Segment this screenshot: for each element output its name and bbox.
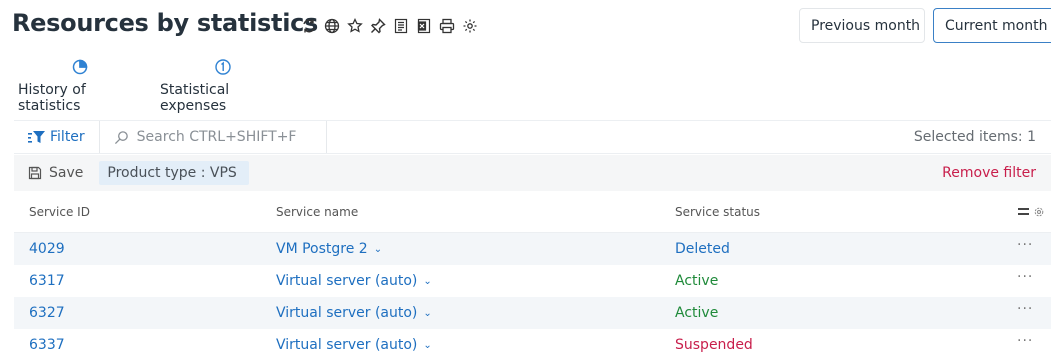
service-name-text: Virtual server (auto) [276, 273, 418, 289]
page-toolbar [299, 16, 479, 35]
chevron-down-icon[interactable]: ⌄ [423, 308, 431, 319]
settings-icon[interactable] [460, 16, 479, 35]
table-row[interactable]: 6327 Virtual server (auto) ⌄ Active ··· [14, 297, 1051, 329]
service-id-link[interactable]: 6337 [29, 337, 65, 353]
row-menu-icon[interactable]: ··· [1017, 269, 1033, 285]
print-icon[interactable] [437, 16, 456, 35]
save-filter-button[interactable]: Save [28, 165, 83, 181]
selected-items-count: Selected items: 1 [913, 129, 1036, 145]
service-id-link[interactable]: 4029 [29, 241, 65, 257]
column-header-service-id[interactable]: Service ID [29, 205, 90, 219]
row-menu-icon[interactable]: ··· [1017, 237, 1033, 253]
refresh-icon[interactable] [299, 16, 318, 35]
service-name-text: Virtual server (auto) [276, 305, 418, 321]
page-title: Resources by statistics [12, 9, 319, 37]
tab-history-of-statistics[interactable]: History of statistics [18, 58, 141, 114]
service-name-link[interactable]: VM Postgre 2 ⌄ [276, 241, 382, 257]
column-settings-icon[interactable] [1034, 207, 1044, 217]
active-filters-row: Save Product type : VPS Remove filter [14, 155, 1051, 191]
column-density-icon[interactable] [1018, 207, 1029, 217]
globe-icon[interactable] [322, 16, 341, 35]
row-menu-icon[interactable]: ··· [1017, 333, 1033, 349]
service-name-text: Virtual server (auto) [276, 337, 418, 353]
service-id-link[interactable]: 6317 [29, 273, 65, 289]
previous-month-button[interactable]: Previous month [799, 8, 925, 43]
chevron-down-icon[interactable]: ⌄ [423, 276, 431, 287]
service-name-text: VM Postgre 2 [276, 241, 368, 257]
pie-chart-icon [72, 59, 87, 75]
table-row[interactable]: 4029 VM Postgre 2 ⌄ Deleted ··· [14, 233, 1051, 265]
column-header-service-name[interactable]: Service name [276, 205, 358, 219]
status-badge: Active [675, 273, 719, 289]
save-icon [28, 166, 42, 180]
filter-label: Filter [50, 129, 85, 145]
status-badge: Deleted [675, 241, 730, 257]
search-icon [114, 130, 128, 144]
star-icon[interactable] [345, 16, 364, 35]
service-name-link[interactable]: Virtual server (auto) ⌄ [276, 305, 432, 321]
service-name-link[interactable]: Virtual server (auto) ⌄ [276, 337, 432, 353]
column-header-service-status[interactable]: Service status [675, 205, 760, 219]
service-id-link[interactable]: 6327 [29, 305, 65, 321]
row-menu-icon[interactable]: ··· [1017, 301, 1033, 317]
status-badge: Active [675, 305, 719, 321]
table-row[interactable]: 6317 Virtual server (auto) ⌄ Active ··· [14, 265, 1051, 297]
pin-icon[interactable] [368, 16, 387, 35]
filter-icon [28, 131, 45, 143]
services-table: Service ID Service name Service status 4… [14, 192, 1051, 359]
tab-label: Statistical expenses [160, 82, 230, 114]
service-name-link[interactable]: Virtual server (auto) ⌄ [276, 273, 432, 289]
number-one-icon [215, 59, 231, 75]
table-header: Service ID Service name Service status [14, 192, 1051, 233]
filter-bar: Filter Search CTRL+SHIFT+F Selected item… [14, 120, 1051, 154]
chevron-down-icon[interactable]: ⌄ [423, 340, 431, 351]
search-placeholder: Search CTRL+SHIFT+F [136, 129, 297, 145]
excel-export-icon[interactable] [414, 16, 433, 35]
column-tools [1018, 207, 1044, 217]
tab-label: History of statistics [18, 82, 86, 114]
report-icon[interactable] [391, 16, 410, 35]
remove-filter-link[interactable]: Remove filter [942, 165, 1036, 181]
save-label: Save [49, 165, 84, 181]
search-input[interactable]: Search CTRL+SHIFT+F [100, 121, 327, 153]
chevron-down-icon[interactable]: ⌄ [374, 244, 382, 255]
current-month-button[interactable]: Current month [933, 8, 1051, 43]
filter-button[interactable]: Filter [14, 121, 100, 153]
status-badge: Suspended [675, 337, 753, 353]
filter-chip-product-type[interactable]: Product type : VPS [99, 161, 249, 185]
table-row[interactable]: 6337 Virtual server (auto) ⌄ Suspended ··… [14, 329, 1051, 359]
tab-statistical-expenses[interactable]: Statistical expenses [160, 58, 286, 114]
